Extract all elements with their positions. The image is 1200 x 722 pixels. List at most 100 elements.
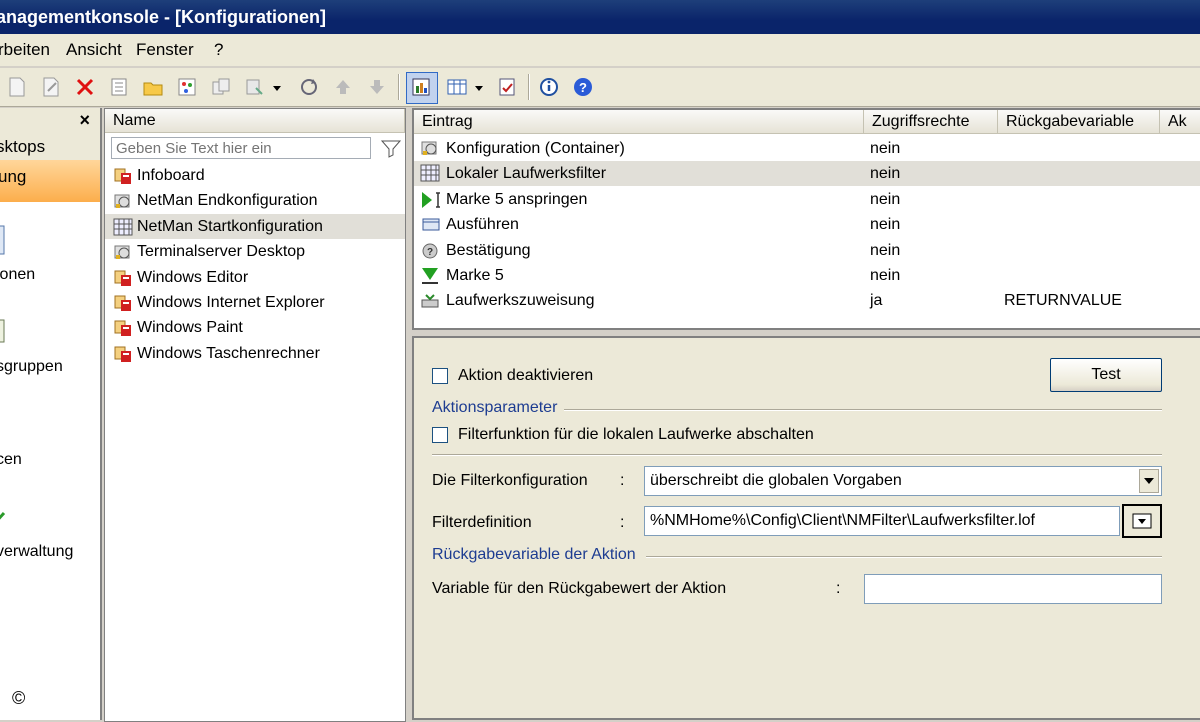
entry-name: Ausführen — [446, 216, 519, 234]
list-item[interactable]: NetMan Startkonfiguration — [105, 213, 405, 239]
list-item[interactable]: Windows Taschenrechner — [105, 341, 405, 366]
tree-view-icon[interactable] — [410, 76, 432, 98]
test-button[interactable]: Test — [1050, 358, 1162, 392]
list-item-label: NetMan Endkonfiguration — [137, 192, 318, 210]
drive-icon — [420, 291, 442, 311]
filter-icon[interactable] — [379, 137, 403, 159]
colon: : — [620, 472, 625, 489]
nav-item-groups[interactable]: sgruppen — [0, 358, 63, 376]
table-row[interactable]: Marke 5 anspringen nein — [414, 187, 1200, 212]
list-item-label: Windows Editor — [137, 268, 249, 286]
divider — [432, 454, 1162, 456]
chevron-down-icon[interactable] — [1139, 469, 1159, 493]
column-header-rights[interactable]: Zugriffsrechte — [864, 110, 998, 134]
delete-icon[interactable] — [74, 76, 96, 98]
list-view-icon[interactable] — [446, 76, 468, 98]
window-title-bar[interactable]: anagementkonsole - [Konfigurationen] — [0, 0, 1200, 34]
nav-item-applications[interactable]: ionen — [0, 266, 35, 284]
browse-button[interactable] — [1122, 504, 1162, 538]
table-row[interactable]: Laufwerkszuweisung ja RETURNVALUE — [414, 288, 1200, 313]
config-icon — [113, 192, 133, 210]
nav-configuration-active[interactable]: ung — [0, 160, 100, 202]
filterdef-field[interactable]: %NMHome%\Config\Client\NMFilter\Laufwerk… — [644, 506, 1120, 536]
chevron-down-icon[interactable] — [472, 76, 486, 98]
list-item[interactable]: Infoboard — [105, 163, 405, 188]
table-row[interactable]: Ausführen nein — [414, 212, 1200, 237]
checklist-icon[interactable] — [496, 76, 518, 98]
new-icon[interactable] — [6, 76, 28, 98]
config-icon — [113, 243, 133, 261]
window-title: anagementkonsole - [Konfigurationen] — [0, 7, 327, 27]
params-group-label: Aktionsparameter — [432, 399, 558, 416]
entry-name: Konfiguration (Container) — [446, 140, 625, 157]
list-item-label: Windows Paint — [137, 319, 243, 337]
filter-input[interactable] — [111, 137, 371, 159]
disable-action-label: Aktion deaktivieren — [458, 367, 594, 384]
list-item[interactable]: NetMan Endkonfiguration — [105, 188, 405, 213]
list-item[interactable]: Terminalserver Desktop — [105, 239, 405, 264]
list-item[interactable]: Windows Editor — [105, 265, 405, 290]
action-details-pane: Aktion deaktivieren Test Aktionsparamete… — [412, 336, 1200, 720]
applications-icon — [0, 225, 5, 255]
list-item[interactable]: Windows Paint — [105, 315, 405, 340]
column-header-name[interactable]: Name — [105, 109, 405, 133]
nav-desktops[interactable]: sktops — [0, 134, 100, 160]
properties-icon[interactable] — [108, 76, 130, 98]
menu-help[interactable]: ? — [214, 40, 223, 60]
list-item-label: Terminalserver Desktop — [137, 243, 306, 261]
link-icon[interactable] — [244, 76, 266, 98]
navigation-pane: × sktops ung ionen sgruppen cen verwaltu… — [0, 108, 102, 720]
refresh-icon[interactable] — [298, 76, 320, 98]
filterconfig-select[interactable]: überschreibt die globalen Vorgaben — [644, 466, 1162, 496]
list-item[interactable]: Windows Internet Explorer — [105, 290, 405, 315]
open-folder-icon[interactable] — [142, 76, 164, 98]
filterconfig-value: überschreibt die globalen Vorgaben — [650, 472, 902, 489]
wizard-icon[interactable] — [176, 76, 198, 98]
entry-rights: nein — [870, 165, 901, 183]
confirm-icon: ? — [420, 241, 442, 261]
name-list-pane: Name Infoboard NetMan Endkonfiguration Net… — [104, 108, 406, 722]
nav-item-management[interactable]: verwaltung — [0, 543, 73, 561]
filter-off-checkbox[interactable] — [432, 427, 448, 443]
table-row[interactable]: Konfiguration (Container) nein — [414, 136, 1200, 161]
list-item-label: NetMan Startkonfiguration — [137, 217, 323, 235]
column-header-action[interactable]: Ak — [1160, 110, 1200, 134]
filter-row — [111, 137, 403, 161]
table-row[interactable]: Lokaler Laufwerksfilter nein — [414, 161, 1200, 187]
column-header-return[interactable]: Rückgabevariable — [998, 110, 1160, 134]
table-row[interactable]: ? Bestätigung nein — [414, 238, 1200, 263]
info-icon[interactable] — [538, 76, 560, 98]
table-row[interactable]: Marke 5 nein — [414, 263, 1200, 288]
browse-icon — [1132, 513, 1152, 529]
down-arrow-icon[interactable] — [366, 76, 388, 98]
menu-fenster[interactable]: Fenster — [136, 40, 194, 60]
resources-icon — [0, 408, 6, 440]
filterdef-label: Filterdefinition — [432, 514, 532, 531]
filterconfig-label: Die Filterkonfiguration — [432, 472, 588, 489]
return-group-label: Rückgabevariable der Aktion — [432, 546, 636, 563]
app-icon — [113, 269, 133, 287]
entry-rights: nein — [870, 267, 901, 284]
filterdef-value: %NMHome%\Config\Client\NMFilter\Laufwerk… — [650, 512, 1035, 529]
edit-icon[interactable] — [40, 76, 62, 98]
app-icon — [113, 319, 133, 337]
filter-off-label: Filterfunktion für die lokalen Laufwerke… — [458, 426, 814, 443]
entry-rights: nein — [870, 216, 901, 234]
toolbar: ? — [0, 68, 1200, 107]
entry-name: Marke 5 anspringen — [446, 190, 588, 208]
nav-active-label: ung — [0, 167, 27, 186]
menu-bar: rbeiten Ansicht Fenster ? — [0, 34, 1200, 66]
menu-bearbeiten[interactable]: rbeiten — [0, 40, 50, 60]
return-variable-input[interactable] — [864, 574, 1162, 604]
entry-rights: nein — [870, 190, 901, 208]
menu-ansicht[interactable]: Ansicht — [66, 40, 122, 60]
chevron-down-icon[interactable] — [270, 76, 284, 98]
help-icon[interactable]: ? — [572, 76, 594, 98]
up-arrow-icon[interactable] — [332, 76, 354, 98]
app-icon — [113, 167, 133, 185]
copy-icon[interactable] — [210, 76, 232, 98]
close-icon[interactable]: × — [79, 110, 90, 131]
column-header-entry[interactable]: Eintrag — [414, 110, 864, 134]
nav-item-resources[interactable]: cen — [0, 451, 22, 469]
disable-action-checkbox[interactable] — [432, 368, 448, 384]
